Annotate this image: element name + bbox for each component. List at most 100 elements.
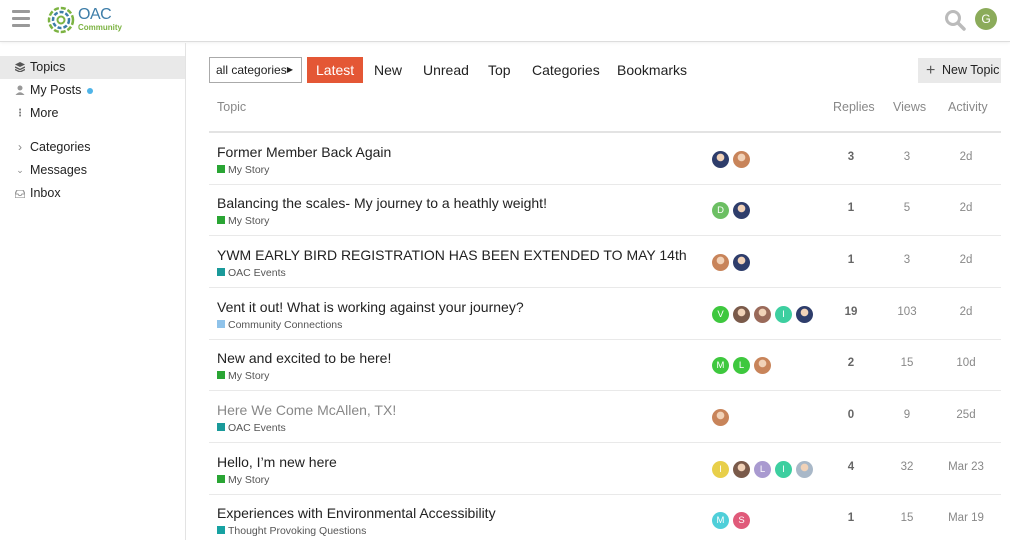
views-count: 32 <box>900 461 914 473</box>
poster-avatar-photo[interactable] <box>733 202 750 219</box>
poster-avatar[interactable]: I <box>775 306 792 323</box>
tab-latest[interactable]: Latest <box>307 57 364 83</box>
sidebar-item-inbox[interactable]: Inbox <box>0 182 185 205</box>
category-filter-dropdown[interactable]: all categories ▶ <box>209 57 302 83</box>
poster-avatar[interactable]: I <box>712 461 729 478</box>
replies-count: 1 <box>847 202 855 214</box>
topic-category-badge[interactable]: OAC Events <box>217 267 286 279</box>
replies-count: 2 <box>847 357 855 369</box>
activity-time[interactable]: 10d <box>946 357 986 369</box>
activity-time[interactable]: Mar 23 <box>946 461 986 473</box>
topic-category-badge[interactable]: My Story <box>217 215 269 227</box>
activity-time[interactable]: 2d <box>946 151 986 163</box>
topic-category-badge[interactable]: My Story <box>217 370 269 382</box>
user-icon <box>14 79 26 104</box>
topic-title-link[interactable]: Hello, I’m new here <box>217 454 337 470</box>
tab-top[interactable]: Top <box>488 57 511 83</box>
views-count: 103 <box>897 306 917 318</box>
activity-time[interactable]: 2d <box>946 254 986 266</box>
topic-row: Experiences with Environmental Accessibi… <box>209 494 1001 540</box>
topic-category-badge[interactable]: OAC Events <box>217 422 286 434</box>
topic-title-link[interactable]: Here We Come McAllen, TX! <box>217 402 396 418</box>
column-header-activity[interactable]: Activity <box>948 100 988 122</box>
chevron-right-icon: › <box>18 140 22 154</box>
category-color-swatch <box>217 165 225 173</box>
topic-title-link[interactable]: YWM EARLY BIRD REGISTRATION HAS BEEN EXT… <box>217 247 687 263</box>
poster-avatar-photo[interactable] <box>754 357 771 374</box>
poster-avatar[interactable]: S <box>733 512 750 529</box>
replies-count: 1 <box>847 512 855 524</box>
oac-logo-icon <box>47 6 75 34</box>
poster-avatar[interactable]: V <box>712 306 729 323</box>
poster-avatar-photo[interactable] <box>712 151 729 168</box>
category-label: Thought Provoking Questions <box>228 525 367 537</box>
poster-avatar-photo[interactable] <box>712 409 729 426</box>
poster-avatar[interactable]: I <box>775 461 792 478</box>
topic-category-badge[interactable]: My Story <box>217 474 269 486</box>
topic-title-link[interactable]: New and excited to be here! <box>217 350 391 366</box>
topic-title-link[interactable]: Experiences with Environmental Accessibi… <box>217 505 496 521</box>
sidebar-item-label: Inbox <box>30 186 61 200</box>
sidebar-item-messages[interactable]: ⌄ Messages <box>0 159 185 182</box>
new-topic-button[interactable]: + New Topic <box>918 58 1001 83</box>
activity-time[interactable]: 2d <box>946 306 986 318</box>
category-color-swatch <box>217 268 225 276</box>
category-color-swatch <box>217 526 225 534</box>
topic-row: Balancing the scales- My journey to a he… <box>209 184 1001 236</box>
category-color-swatch <box>217 320 225 328</box>
topic-row: New and excited to be here! My Story M L 2 15… <box>209 339 1001 391</box>
activity-time[interactable]: 2d <box>946 202 986 214</box>
poster-avatar[interactable]: M <box>712 357 729 374</box>
activity-time[interactable]: Mar 19 <box>946 512 986 524</box>
sidebar-item-topics[interactable]: Topics <box>0 56 185 79</box>
sidebar: Topics My Posts ⋮ More › Categories ⌄ Me… <box>0 43 186 540</box>
site-logo[interactable]: OAC Community <box>46 5 136 37</box>
column-header-replies[interactable]: Replies <box>833 100 875 122</box>
sidebar-item-more[interactable]: ⋮ More <box>0 102 185 125</box>
category-label: Community Connections <box>228 319 343 331</box>
replies-count: 19 <box>844 306 858 318</box>
search-icon[interactable] <box>944 9 966 31</box>
replies-count: 3 <box>847 151 855 163</box>
poster-avatar-photo[interactable] <box>733 461 750 478</box>
topic-category-badge[interactable]: My Story <box>217 164 269 176</box>
column-header-topic[interactable]: Topic <box>217 100 246 122</box>
sidebar-item-categories[interactable]: › Categories <box>0 136 185 159</box>
topic-title-link[interactable]: Balancing the scales- My journey to a he… <box>217 195 547 211</box>
topic-row: Here We Come McAllen, TX! OAC Events 0 9 25d <box>209 391 1001 443</box>
sidebar-item-label: My Posts <box>30 83 82 97</box>
column-header-views[interactable]: Views <box>893 100 926 122</box>
topic-row: Hello, I’m new here My Story I L I 4 32 Mar 23 <box>209 443 1001 495</box>
tab-categories[interactable]: Categories <box>532 57 600 83</box>
sidebar-item-my-posts[interactable]: My Posts <box>0 79 185 102</box>
tab-unread[interactable]: Unread <box>423 57 469 83</box>
poster-avatar-photo[interactable] <box>712 254 729 271</box>
tab-new[interactable]: New <box>374 57 402 83</box>
poster-avatar-photo[interactable] <box>754 306 771 323</box>
tab-bookmarks[interactable]: Bookmarks <box>617 57 687 83</box>
sidebar-item-label: Categories <box>30 140 91 154</box>
poster-avatar[interactable]: L <box>754 461 771 478</box>
hamburger-menu-icon[interactable] <box>12 10 30 28</box>
poster-avatar-photo[interactable] <box>733 254 750 271</box>
poster-avatar[interactable]: L <box>733 357 750 374</box>
topic-title-link[interactable]: Former Member Back Again <box>217 144 391 160</box>
site-header: OAC Community G <box>0 0 1010 42</box>
user-avatar[interactable]: G <box>975 8 997 30</box>
inbox-icon <box>14 182 26 207</box>
topic-title-link[interactable]: Vent it out! What is working against you… <box>217 299 524 315</box>
poster-avatar[interactable]: D <box>712 202 729 219</box>
topic-row: Vent it out! What is working against you… <box>209 288 1001 340</box>
views-count: 3 <box>903 151 911 163</box>
poster-avatar-photo[interactable] <box>733 306 750 323</box>
poster-avatar-photo[interactable] <box>796 461 813 478</box>
category-label: My Story <box>228 370 270 382</box>
topic-category-badge[interactable]: Thought Provoking Questions <box>217 525 366 537</box>
category-label: My Story <box>228 164 270 176</box>
activity-time[interactable]: 25d <box>946 409 986 421</box>
poster-avatar-photo[interactable] <box>796 306 813 323</box>
poster-avatar-photo[interactable] <box>733 151 750 168</box>
poster-avatar[interactable]: M <box>712 512 729 529</box>
views-count: 15 <box>900 512 914 524</box>
topic-category-badge[interactable]: Community Connections <box>217 319 342 331</box>
